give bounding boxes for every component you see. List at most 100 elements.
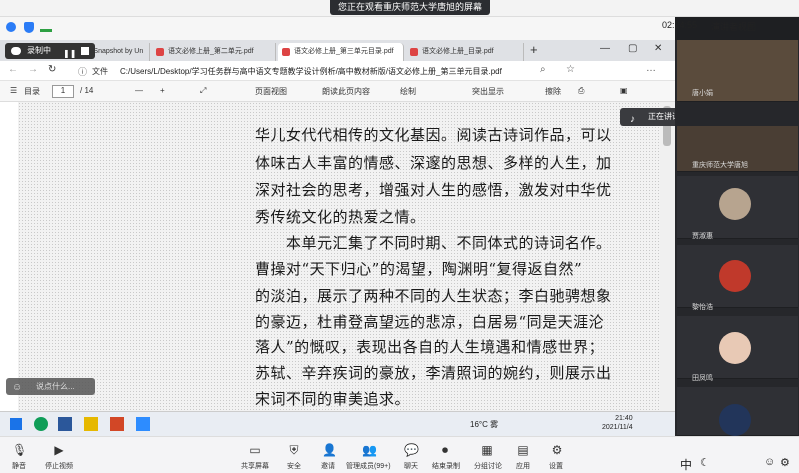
browser-tab-strip: 2018-2019 POI Snapshot by Un 语文必修上册_第二单元… xyxy=(0,40,675,61)
toc-button[interactable]: 目录 xyxy=(24,86,40,97)
moon-icon[interactable]: ☾ xyxy=(700,456,710,469)
back-icon[interactable]: ← xyxy=(8,64,18,75)
members-button[interactable]: 管理成员(99+) xyxy=(346,461,391,471)
chat-button[interactable]: 聊天 xyxy=(404,461,418,471)
meeting-clock: 02:24:55 xyxy=(662,20,698,30)
security-icon[interactable]: ⛨ xyxy=(287,443,301,457)
stop-video-button[interactable]: 停止视频 xyxy=(45,461,73,471)
invite-button[interactable]: 邀请 xyxy=(321,461,335,471)
browser-tab[interactable]: 语文必修上册_第二单元.pdf xyxy=(152,43,276,61)
pdf-icon xyxy=(282,48,290,56)
ime-indicator[interactable]: 中 xyxy=(680,456,692,473)
pdf-icon xyxy=(410,48,418,56)
security-button[interactable]: 安全 xyxy=(287,461,301,471)
chat-icon[interactable]: 💬 xyxy=(404,443,419,457)
new-tab-button[interactable]: + xyxy=(530,42,538,57)
zoom-out-button[interactable]: — xyxy=(135,86,143,95)
text-line: 华儿女代代相传的文化基因。阅读古诗词作品，可以 xyxy=(255,126,612,144)
toc-icon[interactable]: ☰ xyxy=(10,86,17,95)
shield-icon[interactable] xyxy=(24,22,34,33)
text-line: 的豪迈，杜甫登高望远的悲凉，白居易“同是天涯沦 xyxy=(255,313,605,331)
participant-name: 唐小娟 xyxy=(692,90,713,97)
participant-name: 田凤鸣 xyxy=(692,375,713,382)
emoji-icon[interactable]: ☺ xyxy=(12,379,22,396)
draw-button[interactable]: 绘制 xyxy=(400,86,416,97)
chat-placeholder: 说点什么... xyxy=(36,382,75,391)
url-text[interactable]: C:/Users/L/Desktop/学习任务群与高中语文专题教学设计例析/高中… xyxy=(120,66,502,77)
powerpoint-icon[interactable] xyxy=(110,417,124,431)
gear-icon[interactable]: ⚙ xyxy=(550,443,564,457)
close-window-button[interactable]: ✕ xyxy=(654,43,662,54)
invite-icon[interactable]: 👤 xyxy=(322,443,337,457)
chat-input[interactable]: ☺ 说点什么... xyxy=(6,378,95,395)
print-icon[interactable]: ⎙ xyxy=(578,86,584,96)
end-record-button[interactable]: 结束录制 xyxy=(432,461,460,471)
browser-tab[interactable]: 语文必修上册_目录.pdf xyxy=(406,43,524,61)
tab-label: 语文必修上册_目录.pdf xyxy=(422,48,494,55)
minimize-button[interactable]: — xyxy=(600,43,610,54)
participant-name: 贾淑惠 xyxy=(692,233,713,240)
meeting-status-row xyxy=(0,17,675,40)
speaker-view-button[interactable]: 演讲者视图 xyxy=(711,20,756,33)
browser-tab-active[interactable]: 语文必修上册_第三单元目录.pdf xyxy=(278,43,404,61)
system-time: 21:40 xyxy=(615,415,633,422)
folder-icon[interactable] xyxy=(84,417,98,431)
refresh-icon[interactable]: ↻ xyxy=(48,64,56,75)
pdf-icon xyxy=(156,48,164,56)
share-screen-button[interactable]: 共享屏幕 xyxy=(241,461,269,471)
share-screen-icon[interactable]: ▭ xyxy=(248,443,262,457)
camera-icon[interactable]: ▶ xyxy=(52,443,66,457)
maximize-button[interactable]: ▢ xyxy=(628,43,637,54)
favorite-icon[interactable]: ☆ xyxy=(566,64,575,75)
highlight-button[interactable]: 突出显示 xyxy=(472,86,504,97)
save-icon[interactable]: ▣ xyxy=(620,86,628,95)
signal-icon[interactable] xyxy=(40,22,52,32)
gear-icon[interactable]: ⚙ xyxy=(780,456,790,469)
text-line: 深对社会的思考，增强对人生的感悟，激发对中华优 xyxy=(255,181,612,199)
text-line: 本单元汇集了不同时期、不同体式的诗词名作。 xyxy=(255,234,612,252)
more-icon[interactable]: … xyxy=(646,63,656,74)
recording-indicator[interactable]: 录制中 ❚❚ xyxy=(5,43,95,59)
avatar xyxy=(719,404,751,436)
tab-label: 语文必修上册_第三单元目录.pdf xyxy=(294,48,394,55)
settings-button[interactable]: 设置 xyxy=(549,461,563,471)
info-circle-icon: ⓘ xyxy=(78,67,88,77)
file-label: 文件 xyxy=(92,67,108,76)
zoom-icon[interactable]: ⌕ xyxy=(540,64,546,75)
text-line: 落人”的慨叹，表现出各自的人生境遇和情感世界； xyxy=(255,338,605,356)
recording-label: 录制中 xyxy=(27,46,51,55)
pdf-viewer[interactable]: 华儿女代代相传的文化基因。阅读古诗词作品，可以 体味古人丰富的情感、深邃的思想、… xyxy=(0,102,660,411)
page-view-button[interactable]: 页面视图 xyxy=(255,86,287,97)
pause-icon[interactable]: ❚❚ xyxy=(63,46,76,62)
zoom-in-button[interactable]: + xyxy=(160,86,165,95)
record-icon[interactable]: ⏺ xyxy=(438,443,452,457)
edge-icon[interactable] xyxy=(34,417,48,431)
apps-button[interactable]: 应用 xyxy=(516,461,530,471)
breakout-icon[interactable]: ▦ xyxy=(480,443,494,457)
info-icon[interactable] xyxy=(6,22,16,32)
page-number-input[interactable]: 1 xyxy=(52,85,74,98)
erase-button[interactable]: 擦除 xyxy=(545,86,561,97)
members-icon[interactable]: 👥 xyxy=(362,443,377,457)
read-aloud-button[interactable]: 朗读此页内容 xyxy=(322,86,370,97)
breakout-button[interactable]: 分组讨论 xyxy=(474,461,502,471)
word-icon[interactable] xyxy=(58,417,72,431)
stop-icon[interactable] xyxy=(81,47,89,55)
system-clock[interactable]: 21:40 2021/11/4 xyxy=(602,414,633,432)
participant-name: 重庆师范大学唐旭 xyxy=(692,162,748,169)
scrollbar[interactable] xyxy=(660,102,675,411)
meeting-app-icon[interactable] xyxy=(136,417,150,431)
windows-taskbar xyxy=(0,411,675,436)
emoji-icon[interactable]: ☺ xyxy=(764,456,775,468)
text-line: 曹操对“天下归心”的渴望，陶渊明“复得返自然” xyxy=(255,260,583,278)
start-icon[interactable] xyxy=(10,418,22,430)
forward-icon[interactable]: → xyxy=(28,64,38,75)
weather-widget[interactable]: 16°C 雾 xyxy=(470,419,498,430)
avatar xyxy=(719,332,751,364)
text-line: 的淡泊，展示了两种不同的人生状态；李白驰骋想象 xyxy=(255,287,612,305)
fit-page-button[interactable]: ⤢ xyxy=(200,86,206,96)
text-line: 体味古人丰富的情感、深邃的思想、多样的人生，加 xyxy=(255,154,612,172)
microphone-icon[interactable]: 🎙 xyxy=(12,443,27,457)
mute-button[interactable]: 静音 xyxy=(12,461,26,471)
apps-icon[interactable]: ▤ xyxy=(516,443,530,457)
